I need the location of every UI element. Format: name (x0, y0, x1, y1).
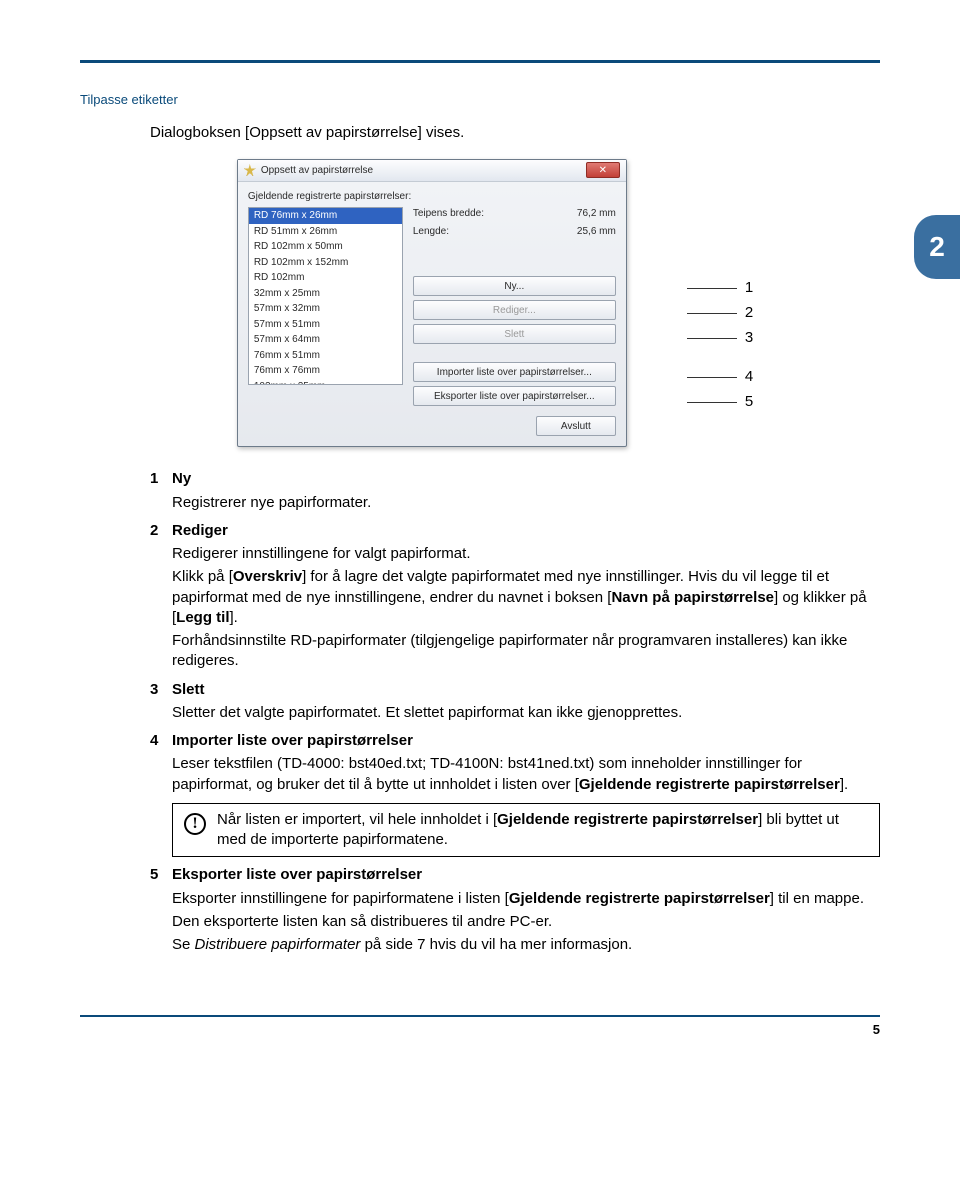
list-item[interactable]: 57mm x 64mm (249, 332, 402, 348)
callout-4: 4 (745, 367, 753, 387)
chapter-badge: 2 (914, 215, 960, 279)
import-button[interactable]: Importer liste over papirstørrelser... (413, 362, 616, 382)
width-label: Teipens bredde: (413, 207, 484, 221)
item-2-desc: Redigerer innstillingene for valgt papir… (172, 544, 880, 672)
list-item[interactable]: 76mm x 51mm (249, 348, 402, 364)
export-button[interactable]: Eksporter liste over papirstørrelser... (413, 386, 616, 406)
paper-size-dialog: Oppsett av papirstørrelse ✕ Gjeldende re… (237, 159, 627, 448)
list-item[interactable]: RD 51mm x 26mm (249, 224, 402, 240)
item-4-desc: Leser tekstfilen (TD-4000: bst40ed.txt; … (172, 754, 880, 795)
list-item[interactable]: 32mm x 25mm (249, 286, 402, 302)
list-item[interactable]: RD 102mm (249, 270, 402, 286)
callout-1: 1 (745, 278, 753, 298)
item-4-header: 4Importer liste over papirstørrelser (150, 731, 880, 751)
page-footer: 5 (80, 1015, 880, 1039)
item-1-desc: Registrerer nye papirformater. (172, 493, 880, 513)
dialog-title: Oppsett av papirstørrelse (261, 164, 373, 178)
item-5-header: 5Eksporter liste over papirstørrelser (150, 865, 880, 885)
length-label: Lengde: (413, 225, 449, 239)
callouts: 1 2 3 4 5 (627, 159, 753, 448)
section-header: Tilpasse etiketter (80, 91, 880, 109)
length-value: 25,6 mm (577, 225, 616, 239)
page-number: 5 (873, 1021, 880, 1039)
edit-button[interactable]: Rediger... (413, 300, 616, 320)
item-3-desc: Sletter det valgte papirformatet. Et sle… (172, 703, 880, 723)
list-item[interactable]: RD 76mm x 26mm (249, 208, 402, 224)
item-5-desc: Eksporter innstillingene for papirformat… (172, 889, 880, 956)
new-button[interactable]: Ny... (413, 276, 616, 296)
width-value: 76,2 mm (577, 207, 616, 221)
delete-button[interactable]: Slett (413, 324, 616, 344)
close-icon[interactable]: ✕ (586, 162, 620, 178)
dialog-titlebar: Oppsett av papirstørrelse ✕ (238, 160, 626, 182)
warning-icon: ! (184, 813, 206, 835)
import-note: ! Når listen er importert, vil hele innh… (172, 803, 880, 858)
app-icon (244, 164, 256, 176)
list-item[interactable]: 57mm x 51mm (249, 317, 402, 333)
list-label: Gjeldende registrerte papirstørrelser: (248, 190, 616, 204)
callout-5: 5 (745, 392, 753, 412)
list-item[interactable]: 57mm x 32mm (249, 301, 402, 317)
paper-size-listbox[interactable]: RD 76mm x 26mm RD 51mm x 26mm RD 102mm x… (248, 207, 403, 385)
item-2-header: 2Rediger (150, 521, 880, 541)
item-3-header: 3Slett (150, 680, 880, 700)
callout-2: 2 (745, 303, 753, 323)
intro-text: Dialogboksen [Oppsett av papirstørrelse]… (150, 123, 880, 143)
callout-3: 3 (745, 328, 753, 348)
list-item[interactable]: 102mm x 25mm (249, 379, 402, 386)
list-item[interactable]: RD 102mm x 152mm (249, 255, 402, 271)
close-button[interactable]: Avslutt (536, 416, 616, 436)
item-1-header: 1Ny (150, 469, 880, 489)
list-item[interactable]: 76mm x 76mm (249, 363, 402, 379)
list-item[interactable]: RD 102mm x 50mm (249, 239, 402, 255)
